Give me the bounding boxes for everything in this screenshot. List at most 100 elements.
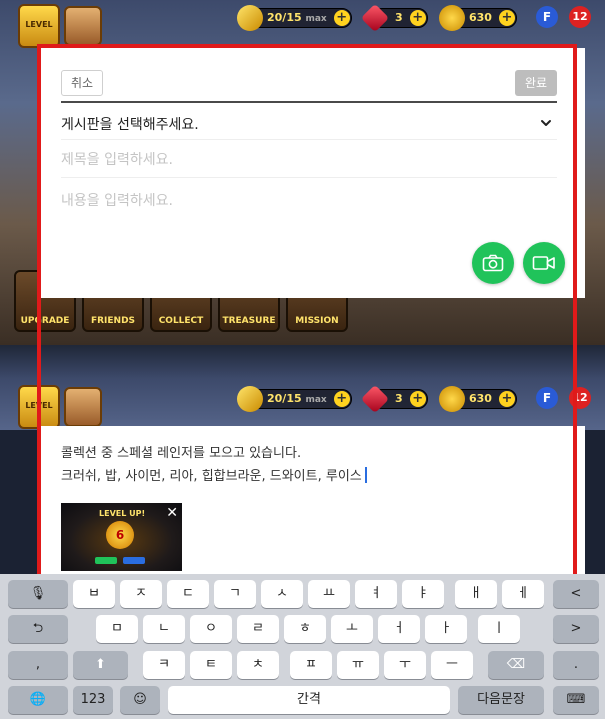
camera-button[interactable] [472,242,514,284]
key-ㅔ[interactable]: ㅔ [502,580,544,608]
post-body-text[interactable]: 콜렉션 중 스페셜 레인저를 모으고 있습니다. 크러쉬, 밥, 사이먼, 리아… [61,442,367,488]
thumbnail-title: LEVEL UP! [99,509,146,518]
level-badge-2: LEVEL [18,385,60,429]
cancel-button[interactable]: 취소 [61,70,103,96]
thumbnail-badge: 6 [106,521,134,549]
done-button[interactable]: 완료 [515,70,557,96]
shift-key[interactable]: ⬆ [73,651,128,679]
thumbnail-green-button [95,557,117,564]
key-ㄱ[interactable]: ㄱ [214,580,256,608]
feather-icon [237,5,263,31]
coin-value-2: 630 [469,392,492,405]
key-ㄷ[interactable]: ㄷ [167,580,209,608]
key-ㄹ[interactable]: ㄹ [237,615,279,643]
delete-icon: ⌫ [506,657,526,672]
keyboard-hide-icon: ⌨ [566,692,586,707]
key-ㅑ[interactable]: ㅑ [402,580,444,608]
chevron-down-icon [541,120,551,126]
feather-counter: 20/15 max + [237,5,352,31]
coin-icon-2 [439,386,465,412]
feather-max-label-2: max [305,395,327,405]
key-ㅜ[interactable]: ㅜ [384,651,426,679]
add-feather-button: + [333,10,350,26]
f-currency-icon-2: F [536,387,558,409]
video-button[interactable] [523,242,565,284]
space-key[interactable]: 간격 [168,686,450,714]
key-ㅐ[interactable]: ㅐ [455,580,497,608]
post-body-line-1: 콜렉션 중 스페셜 레인저를 모으고 있습니다. [61,446,302,461]
friends-label: FRIENDS [90,316,136,326]
globe-key[interactable]: 🌐 [8,686,68,714]
title-input[interactable] [61,142,557,178]
thumbnail-blue-button [123,557,145,564]
collect-label: COLLECT [158,316,204,326]
coin-counter: 630 + [439,5,517,31]
next-sentence-key[interactable]: 다음문장 [458,686,544,714]
notification-bell-icon: 12 [569,6,591,28]
hide-keyboard-key[interactable]: ⌨ [553,686,599,714]
level-badge: LEVEL [18,4,60,48]
delete-key[interactable]: ⌫ [488,651,544,679]
comma-key[interactable]: , [8,651,68,679]
coin-counter-2: 630 + [439,386,517,412]
board-select-dropdown[interactable]: 게시판을 선택해주세요. [61,106,557,140]
key-ㅡ[interactable]: ㅡ [431,651,473,679]
feather-max-label: max [305,14,327,24]
emoji-icon: ☺ [133,692,147,707]
key-ㅛ[interactable]: ㅛ [308,580,350,608]
key-ㅋ[interactable]: ㅋ [143,651,185,679]
key-ㅅ[interactable]: ㅅ [261,580,303,608]
add-coin-button: + [498,10,515,26]
microphone-icon: 🎙 [29,586,47,601]
key-ㅍ[interactable]: ㅍ [290,651,332,679]
right-arrow-icon: > [570,621,582,636]
feather-icon-2 [237,386,263,412]
mission-label: MISSION [295,316,339,326]
key-ㅇ[interactable]: ㅇ [190,615,232,643]
coin-icon [439,5,465,31]
key-ㅣ[interactable]: ㅣ [478,615,520,643]
game-hud-top: LEVEL 20/15 max + 3 + 630 + F 12 [0,0,605,48]
ruby-value: 3 [395,11,403,24]
add-ruby-button-2: + [409,391,426,407]
feather-value-2: 20/15 [267,392,302,405]
key-ㅌ[interactable]: ㅌ [190,651,232,679]
right-arrow-key[interactable]: > [553,615,599,643]
remove-attachment-icon[interactable]: ✕ [166,505,178,521]
key-ㅏ[interactable]: ㅏ [425,615,467,643]
header-divider [61,101,557,103]
numbers-key[interactable]: 123 [73,686,113,714]
f-currency-icon: F [536,6,558,28]
key-ㅓ[interactable]: ㅓ [378,615,420,643]
key-ㅠ[interactable]: ㅠ [337,651,379,679]
game-background-middle: LEVEL 20/15 max + 3 + 630 + F 12 [0,345,605,430]
ruby-icon [360,3,390,33]
undo-key[interactable]: ⮌ [8,615,68,643]
post-editor-panel: 취소 완료 게시판을 선택해주세요. [39,48,585,298]
key-ㅊ[interactable]: ㅊ [237,651,279,679]
period-key[interactable]: . [553,651,599,679]
key-ㅗ[interactable]: ㅗ [331,615,373,643]
player-avatar-2 [64,387,102,427]
treasure-label: TREASURE [222,316,276,326]
key-ㄴ[interactable]: ㄴ [143,615,185,643]
left-arrow-icon: < [570,586,582,601]
add-ruby-button: + [409,10,426,26]
key-ㅈ[interactable]: ㅈ [120,580,162,608]
body-input[interactable] [61,190,557,226]
key-ㅎ[interactable]: ㅎ [284,615,326,643]
ruby-counter: 3 + [360,3,428,33]
shift-icon: ⬆ [95,657,106,672]
notification-bell-icon-2: 12 [569,387,591,409]
text-caret [364,467,367,483]
key-ㅂ[interactable]: ㅂ [73,580,115,608]
add-feather-button-2: + [333,391,350,407]
mic-key[interactable]: 🎙 [8,580,68,608]
attached-image-thumbnail[interactable]: LEVEL UP! 6 ✕ [61,503,182,571]
feather-value: 20/15 [267,11,302,24]
post-body-line-2: 크러쉬, 밥, 사이먼, 리아, 힙합브라운, 드와이트, 루이스 [61,469,362,484]
key-ㅕ[interactable]: ㅕ [355,580,397,608]
emoji-key[interactable]: ☺ [120,686,160,714]
key-ㅁ[interactable]: ㅁ [96,615,138,643]
left-arrow-key[interactable]: < [553,580,599,608]
